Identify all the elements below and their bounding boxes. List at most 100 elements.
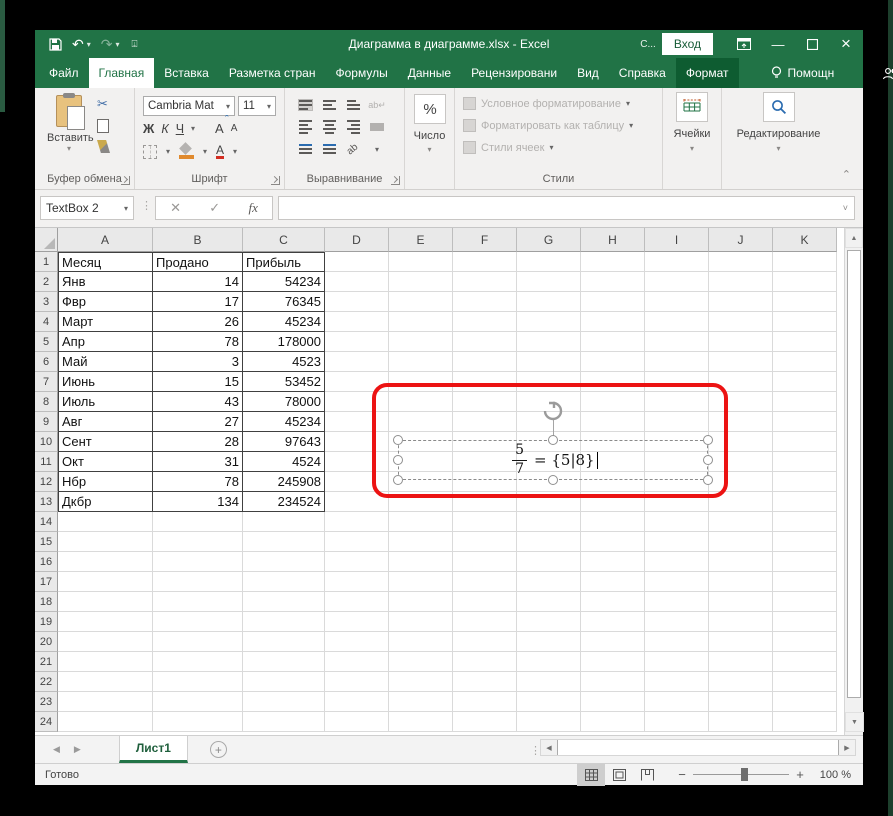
cell-K8[interactable] <box>773 392 837 412</box>
row-header-23[interactable]: 23 <box>35 692 58 712</box>
cell-C19[interactable] <box>243 612 325 632</box>
cell-A24[interactable] <box>58 712 153 732</box>
align-top-button[interactable] <box>299 100 312 110</box>
row-header-10[interactable]: 10 <box>35 432 58 452</box>
column-header-F[interactable]: F <box>453 228 517 252</box>
cell-G18[interactable] <box>517 592 581 612</box>
close-button[interactable]: × <box>829 30 863 58</box>
cell-A2[interactable]: Янв <box>58 272 153 292</box>
align-right-button[interactable] <box>347 120 360 134</box>
column-header-C[interactable]: C <box>243 228 325 252</box>
cell-D4[interactable] <box>325 312 389 332</box>
cell-D15[interactable] <box>325 532 389 552</box>
cell-A11[interactable]: Окт <box>58 452 153 472</box>
row-header-6[interactable]: 6 <box>35 352 58 372</box>
cell-K10[interactable] <box>773 432 837 452</box>
cell-E1[interactable] <box>389 252 453 272</box>
cell-B18[interactable] <box>153 592 243 612</box>
cell-K9[interactable] <box>773 412 837 432</box>
cell-C22[interactable] <box>243 672 325 692</box>
cell-C7[interactable]: 53452 <box>243 372 325 392</box>
cell-A15[interactable] <box>58 532 153 552</box>
cell-I18[interactable] <box>645 592 709 612</box>
row-header-13[interactable]: 13 <box>35 492 58 512</box>
cell-G5[interactable] <box>517 332 581 352</box>
tab-insert[interactable]: Вставка <box>154 58 219 88</box>
cell-I21[interactable] <box>645 652 709 672</box>
cell-J6[interactable] <box>709 352 773 372</box>
cell-I15[interactable] <box>645 532 709 552</box>
cell-J18[interactable] <box>709 592 773 612</box>
cell-C4[interactable]: 45234 <box>243 312 325 332</box>
cell-I4[interactable] <box>645 312 709 332</box>
cell-B12[interactable]: 78 <box>153 472 243 492</box>
row-header-22[interactable]: 22 <box>35 672 58 692</box>
row-header-14[interactable]: 14 <box>35 512 58 532</box>
cell-E16[interactable] <box>389 552 453 572</box>
cell-A4[interactable]: Март <box>58 312 153 332</box>
cell-G4[interactable] <box>517 312 581 332</box>
cell-B8[interactable]: 43 <box>153 392 243 412</box>
cell-G3[interactable] <box>517 292 581 312</box>
select-all-corner[interactable] <box>35 228 58 252</box>
cell-F4[interactable] <box>453 312 517 332</box>
cell-C23[interactable] <box>243 692 325 712</box>
cell-H24[interactable] <box>581 712 645 732</box>
sign-in-button[interactable]: Вход <box>662 33 713 55</box>
cell-J22[interactable] <box>709 672 773 692</box>
cells-dropdown-icon[interactable]: ▾ <box>663 144 721 153</box>
copy-icon[interactable] <box>97 119 109 133</box>
cell-D20[interactable] <box>325 632 389 652</box>
cell-K4[interactable] <box>773 312 837 332</box>
cell-H3[interactable] <box>581 292 645 312</box>
fill-color-button[interactable] <box>179 144 194 159</box>
row-header-9[interactable]: 9 <box>35 412 58 432</box>
cell-J1[interactable] <box>709 252 773 272</box>
column-header-J[interactable]: J <box>709 228 773 252</box>
format-painter-icon[interactable] <box>97 140 110 153</box>
tab-review[interactable]: Рецензировани <box>461 58 567 88</box>
increase-indent-button[interactable] <box>323 144 336 154</box>
row-header-19[interactable]: 19 <box>35 612 58 632</box>
cell-A6[interactable]: Май <box>58 352 153 372</box>
collapse-ribbon-icon[interactable]: ⌃ <box>842 168 851 181</box>
cell-K1[interactable] <box>773 252 837 272</box>
cell-A9[interactable]: Авг <box>58 412 153 432</box>
cell-I24[interactable] <box>645 712 709 732</box>
cell-J5[interactable] <box>709 332 773 352</box>
cell-B23[interactable] <box>153 692 243 712</box>
row-header-21[interactable]: 21 <box>35 652 58 672</box>
cell-K22[interactable] <box>773 672 837 692</box>
row-header-1[interactable]: 1 <box>35 252 58 272</box>
cell-E6[interactable] <box>389 352 453 372</box>
cell-C2[interactable]: 54234 <box>243 272 325 292</box>
row-header-3[interactable]: 3 <box>35 292 58 312</box>
row-header-4[interactable]: 4 <box>35 312 58 332</box>
cell-H16[interactable] <box>581 552 645 572</box>
cell-C3[interactable]: 76345 <box>243 292 325 312</box>
cell-K17[interactable] <box>773 572 837 592</box>
cell-D24[interactable] <box>325 712 389 732</box>
name-box-dropdown-icon[interactable]: ▾ <box>124 204 128 213</box>
cell-A10[interactable]: Сент <box>58 432 153 452</box>
cell-I22[interactable] <box>645 672 709 692</box>
cell-C5[interactable]: 178000 <box>243 332 325 352</box>
save-icon[interactable] <box>49 38 62 51</box>
cell-K15[interactable] <box>773 532 837 552</box>
tab-format[interactable]: Формат <box>676 58 739 88</box>
cell-K2[interactable] <box>773 272 837 292</box>
orientation-dropdown-icon[interactable]: ▾ <box>375 145 379 154</box>
zoom-level[interactable]: 100 % <box>809 769 855 781</box>
cell-F15[interactable] <box>453 532 517 552</box>
cell-E3[interactable] <box>389 292 453 312</box>
assistant-button[interactable]: Помощн <box>761 58 845 88</box>
decrease-indent-button[interactable] <box>299 144 312 154</box>
cell-H20[interactable] <box>581 632 645 652</box>
tab-file[interactable]: Файл <box>35 58 89 88</box>
align-center-button[interactable] <box>323 120 336 134</box>
cell-J16[interactable] <box>709 552 773 572</box>
cell-G24[interactable] <box>517 712 581 732</box>
cell-C13[interactable]: 234524 <box>243 492 325 512</box>
cell-G16[interactable] <box>517 552 581 572</box>
cell-I1[interactable] <box>645 252 709 272</box>
